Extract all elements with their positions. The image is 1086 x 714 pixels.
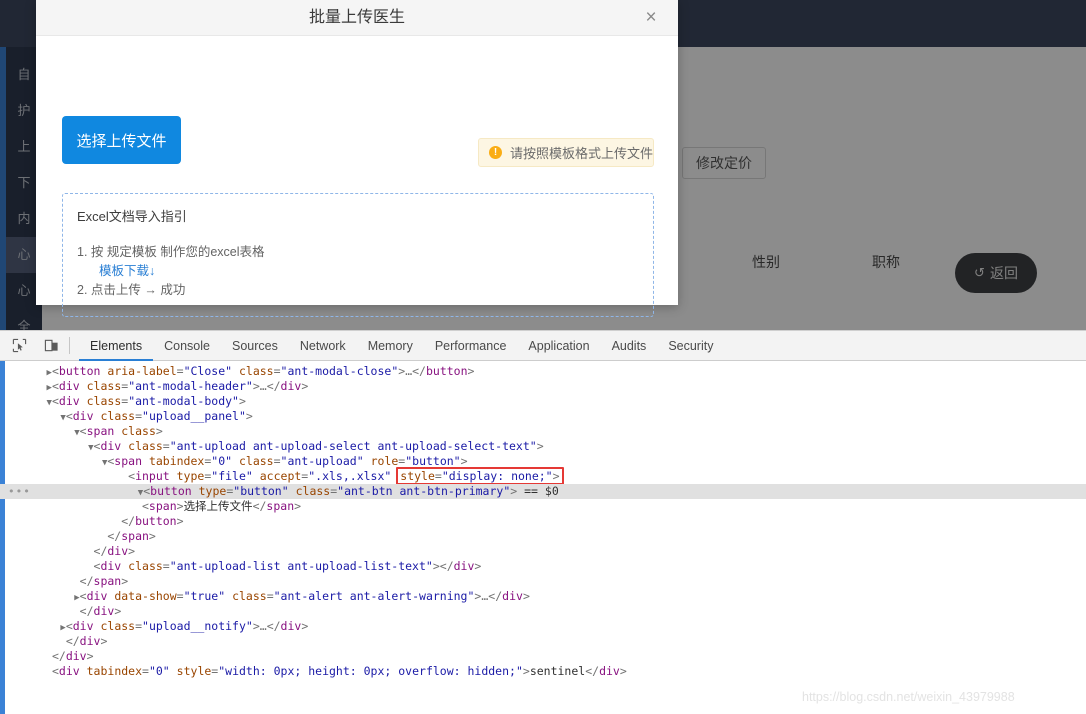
dom-tree-line[interactable]: </div> bbox=[0, 604, 1086, 619]
template-download-link[interactable]: 模板下载↓ bbox=[99, 262, 639, 281]
dom-tree-line[interactable]: </span> bbox=[0, 529, 1086, 544]
upload-format-alert: ! 请按照模板格式上传文件 bbox=[478, 138, 654, 167]
dom-tree-line[interactable]: ▼<span class> bbox=[0, 424, 1086, 439]
devtools-tabbar: Elements Console Sources Network Memory … bbox=[0, 331, 1086, 361]
guide-step-1: 1. 按 规定模板 制作您的excel表格 bbox=[77, 245, 265, 259]
dom-tree-line[interactable]: ••• ▼<button type="button" class="ant-bt… bbox=[0, 484, 1086, 499]
dom-tree-line[interactable]: ▼<div class="ant-upload ant-upload-selec… bbox=[0, 439, 1086, 454]
device-toolbar-icon[interactable] bbox=[38, 333, 64, 359]
dom-tree[interactable]: ▶<button aria-label="Close" class="ant-m… bbox=[0, 362, 1086, 714]
tab-sources[interactable]: Sources bbox=[221, 331, 289, 361]
warning-icon: ! bbox=[489, 146, 502, 159]
tab-memory[interactable]: Memory bbox=[357, 331, 424, 361]
tab-console[interactable]: Console bbox=[153, 331, 221, 361]
dom-tree-line[interactable]: ▼<div class="ant-modal-body"> bbox=[0, 394, 1086, 409]
guide-step-2: 2. 点击上传 → 成功 bbox=[77, 283, 186, 297]
dom-tree-line[interactable]: ▶<div class="ant-modal-header">…</div> bbox=[0, 379, 1086, 394]
tab-performance[interactable]: Performance bbox=[424, 331, 518, 361]
tab-network[interactable]: Network bbox=[289, 331, 357, 361]
watermark: https://blog.csdn.net/weixin_43979988 bbox=[802, 690, 1015, 704]
dom-tree-line[interactable]: </div> bbox=[0, 634, 1086, 649]
toolbar-separator bbox=[69, 337, 70, 354]
dom-tree-line[interactable]: </div> bbox=[0, 649, 1086, 664]
modal-body: 选择上传文件 ! 请按照模板格式上传文件 Excel文档导入指引 1. 按 规定… bbox=[36, 36, 678, 317]
dom-tree-line[interactable]: ▶<div class="upload__notify">…</div> bbox=[0, 619, 1086, 634]
tab-elements[interactable]: Elements bbox=[79, 331, 153, 361]
row-menu-dots-icon[interactable]: ••• bbox=[8, 486, 31, 497]
dom-tree-line[interactable]: <span>选择上传文件</span> bbox=[0, 499, 1086, 514]
tab-security[interactable]: Security bbox=[657, 331, 724, 361]
inspect-element-icon[interactable] bbox=[6, 333, 32, 359]
dom-tree-line[interactable]: </span> bbox=[0, 574, 1086, 589]
modal-title: 批量上传医生 bbox=[308, 9, 405, 26]
dom-tree-line[interactable]: </div> bbox=[0, 544, 1086, 559]
dom-tree-line[interactable]: </button> bbox=[0, 514, 1086, 529]
tab-application[interactable]: Application bbox=[517, 331, 600, 361]
dom-tree-line[interactable]: ▶<div data-show="true" class="ant-alert … bbox=[0, 589, 1086, 604]
dom-tree-line[interactable]: ▼<div class="upload__panel"> bbox=[0, 409, 1086, 424]
devtools-panel: Elements Console Sources Network Memory … bbox=[0, 330, 1086, 714]
excel-import-guide: Excel文档导入指引 1. 按 规定模板 制作您的excel表格 模板下载↓ … bbox=[62, 193, 654, 317]
alert-message: 请按照模板格式上传文件 bbox=[510, 146, 654, 161]
dom-tree-line[interactable]: <input type="file" accept=".xls,.xlsx" s… bbox=[0, 467, 1086, 485]
dom-tree-line[interactable]: <div tabindex="0" style="width: 0px; hei… bbox=[0, 664, 1086, 679]
batch-upload-modal: 批量上传医生 × 选择上传文件 ! 请按照模板格式上传文件 Excel文档导入指… bbox=[36, 0, 678, 317]
close-icon[interactable]: × bbox=[636, 0, 666, 36]
select-upload-file-button[interactable]: 选择上传文件 bbox=[62, 116, 181, 164]
dom-tree-line[interactable]: <div class="ant-upload-list ant-upload-l… bbox=[0, 559, 1086, 574]
dom-tree-line[interactable]: ▶<button aria-label="Close" class="ant-m… bbox=[0, 364, 1086, 379]
tab-audits[interactable]: Audits bbox=[601, 331, 658, 361]
modal-header: 批量上传医生 × bbox=[36, 0, 678, 36]
guide-title: Excel文档导入指引 bbox=[77, 209, 187, 224]
